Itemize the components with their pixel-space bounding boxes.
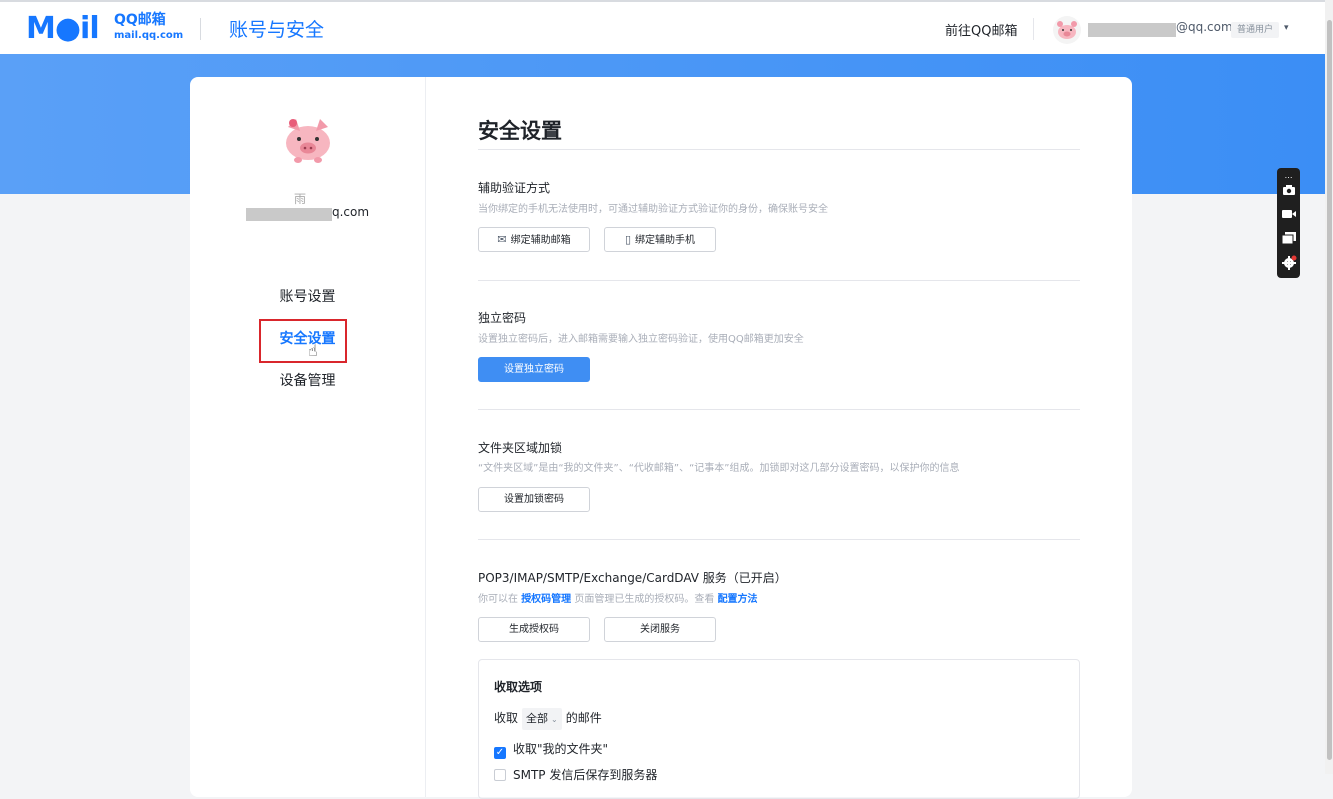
scrollbar-thumb[interactable]: [1327, 20, 1332, 760]
header-divider-right: [1033, 18, 1034, 40]
checkbox-row-smtp-save[interactable]: SMTP 发信后保存到服务器: [494, 766, 657, 783]
gear-icon[interactable]: [1277, 255, 1300, 276]
chevron-down-icon: ⌄: [551, 715, 558, 724]
receive-options-box: 收取选项 收取 全部 ⌄ 的邮件 ✓ 收取"我的文件夹" SMTP 发信后保存到服务器: [478, 659, 1080, 799]
generate-auth-code-button[interactable]: 生成授权码: [478, 617, 590, 642]
video-icon[interactable]: [1277, 208, 1300, 225]
bind-aux-email-button[interactable]: ✉ 绑定辅助邮箱: [478, 227, 590, 252]
logo-sub: QQ邮箱 mail.qq.com: [114, 12, 184, 42]
receive-options-title: 收取选项: [494, 680, 543, 694]
section-title-folder-lock: 文件夹区域加锁: [478, 441, 563, 455]
profile-email-mask: [246, 208, 332, 221]
set-independent-password-button[interactable]: 设置独立密码: [478, 357, 590, 382]
hand-cursor-icon: ☝: [308, 341, 318, 360]
logo-url-text: mail.qq.com: [114, 30, 184, 41]
windows-icon[interactable]: [1277, 231, 1300, 250]
receive-suffix: 的邮件: [565, 711, 602, 725]
bind-aux-email-label: 绑定辅助邮箱: [510, 235, 571, 246]
checkbox-checked-icon[interactable]: ✓: [494, 747, 506, 759]
logo-wordmark: M●il: [26, 11, 100, 46]
section-title-aux-verify: 辅助验证方式: [478, 181, 551, 195]
receive-scope-row: 收取 全部 ⌄ 的邮件: [494, 708, 602, 730]
left-sidebar: 雨 q.com 账号设置 安全设置 设备管理 ☝: [190, 77, 426, 797]
masked-email: [1088, 23, 1176, 37]
receive-scope-value: 全部: [526, 712, 549, 725]
logo-qq-text: QQ邮箱: [114, 12, 166, 28]
section-desc-independent-password: 设置独立密码后，进入邮箱需要输入独立密码验证，使用QQ邮箱更加安全: [478, 334, 804, 345]
camera-icon[interactable]: [1277, 184, 1300, 201]
nav-item-device-management[interactable]: 设备管理: [190, 370, 425, 390]
section-desc-aux-verify: 当你绑定的手机无法使用时，可通过辅助验证方式验证你的身份，确保账号安全: [478, 204, 828, 215]
profile-nickname: 雨: [294, 192, 307, 206]
mail-icon: ✉: [497, 233, 507, 246]
app-title: 账号与安全: [229, 19, 325, 41]
section-desc-folder-lock: “文件夹区域”是由“我的文件夹”、“代收邮箱”、“记事本”组成。加锁即对这几部分…: [478, 463, 960, 474]
nav-item-account-settings[interactable]: 账号设置: [190, 286, 425, 306]
close-service-button[interactable]: 关闭服务: [604, 617, 716, 642]
checkbox-label: 收取"我的文件夹": [513, 742, 609, 756]
divider: [478, 539, 1080, 540]
profile-email-suffix: q.com: [332, 205, 370, 219]
checkbox-unchecked-icon[interactable]: [494, 769, 506, 781]
divider: [478, 149, 1080, 150]
pig-avatar-icon[interactable]: [1053, 16, 1081, 44]
auth-code-management-link[interactable]: 授权码管理: [521, 594, 571, 605]
section-desc-pop3-service: 你可以在 授权码管理 页面管理已生成的授权码。查看 配置方法: [478, 590, 758, 605]
profile-avatar-icon: [286, 119, 330, 163]
receive-prefix: 收取: [494, 711, 519, 725]
page-title: 安全设置: [478, 119, 562, 143]
section-title-pop3-service: POP3/IMAP/SMTP/Exchange/CardDAV 服务（已开启）: [478, 571, 787, 585]
phone-icon: ▯: [624, 233, 632, 246]
divider: [478, 280, 1080, 281]
header-email-suffix: @qq.com: [1176, 20, 1233, 34]
header-divider: [200, 18, 201, 40]
divider: [478, 409, 1080, 410]
config-method-link[interactable]: 配置方法: [718, 594, 758, 605]
goto-qq-mail-link[interactable]: 前往QQ邮箱: [945, 20, 1017, 39]
bind-aux-phone-button[interactable]: ▯ 绑定辅助手机: [604, 227, 716, 252]
nav-highlight-box: [259, 319, 347, 363]
desc-prefix: 你可以在: [478, 594, 518, 605]
checkbox-label: SMTP 发信后保存到服务器: [513, 768, 658, 782]
user-type-badge: 普通用户: [1231, 22, 1280, 38]
receive-scope-select[interactable]: 全部 ⌄: [522, 708, 562, 730]
chevron-down-icon[interactable]: ▾: [1284, 23, 1289, 33]
settings-card: 雨 q.com 账号设置 安全设置 设备管理 ☝ 安全设置 辅助验证方式 当你绑…: [190, 77, 1132, 799]
checkbox-row-my-folders[interactable]: ✓ 收取"我的文件夹": [494, 740, 608, 759]
top-bar: M●il QQ邮箱 mail.qq.com 账号与安全 前往QQ邮箱 @qq.c…: [0, 0, 1333, 54]
set-lock-password-button[interactable]: 设置加锁密码: [478, 487, 590, 512]
section-title-independent-password: 独立密码: [478, 311, 527, 325]
bind-aux-phone-label: 绑定辅助手机: [635, 235, 696, 246]
desc-mid: 页面管理已生成的授权码。查看: [574, 594, 715, 605]
floating-tool-panel: ⋯: [1277, 168, 1300, 278]
